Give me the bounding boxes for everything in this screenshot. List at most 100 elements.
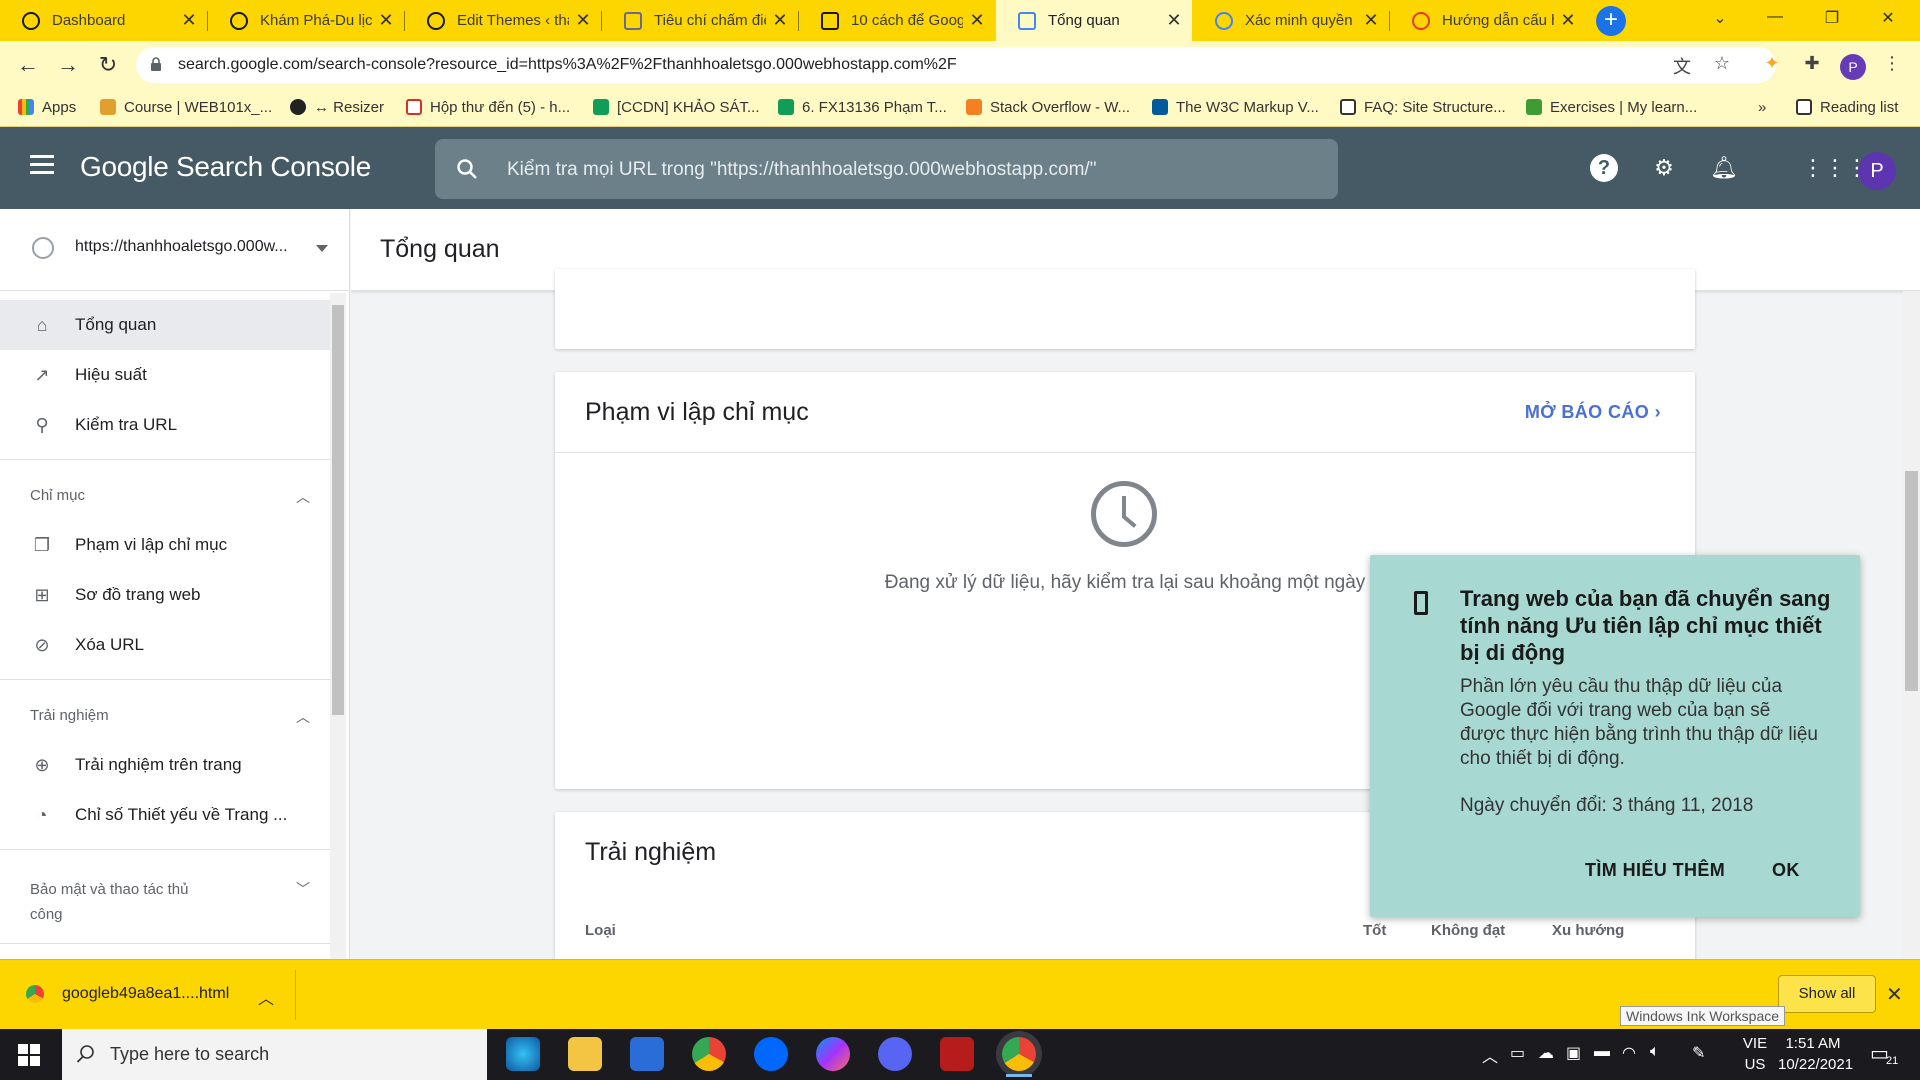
sidebar-item-sitemaps[interactable]: ⊞ Sơ đồ trang web xyxy=(0,570,330,620)
close-icon[interactable]: ✕ xyxy=(181,10,197,31)
taskbar-search-box[interactable]: Type here to search xyxy=(62,1029,487,1080)
chevron-up-icon[interactable]: ︿ xyxy=(1482,1043,1498,1067)
bookmark-w3c[interactable]: The W3C Markup V... xyxy=(1152,89,1319,125)
close-icon[interactable]: ✕ xyxy=(772,10,788,31)
account-avatar[interactable]: P xyxy=(1858,152,1896,190)
extension-icon[interactable]: ✦ xyxy=(1760,53,1784,77)
minimize-button[interactable]: — xyxy=(1755,8,1795,26)
edge-icon[interactable] xyxy=(506,1037,540,1071)
taskbar-clock[interactable]: 1:51 AM 10/22/2021 xyxy=(1778,1033,1853,1075)
close-icon[interactable]: ✕ xyxy=(1363,10,1379,31)
close-icon[interactable]: ✕ xyxy=(378,10,394,31)
bookmark-stackoverflow[interactable]: Stack Overflow - W... xyxy=(966,89,1130,125)
chevron-up-icon[interactable]: ︿ xyxy=(258,985,274,1009)
chrome-icon[interactable] xyxy=(692,1037,726,1071)
reading-list-button[interactable]: Reading list xyxy=(1796,89,1898,125)
section-label: Chỉ mục xyxy=(30,487,86,504)
bookmark-ccdn[interactable]: [CCDN] KHẢO SÁT... xyxy=(593,89,760,125)
tab-xac-minh[interactable]: Xác minh quyền s ✕ xyxy=(1193,0,1389,41)
address-bar[interactable]: search.google.com/search-console?resourc… xyxy=(136,47,1776,83)
tab-10-cach[interactable]: 10 cách để Googl ✕ xyxy=(799,0,995,41)
ok-button[interactable]: OK xyxy=(1772,860,1800,881)
kebab-menu-icon[interactable]: ⋮ xyxy=(1880,53,1904,77)
wifi-icon[interactable]: ◠ xyxy=(1622,1043,1636,1063)
hamburger-menu-icon[interactable] xyxy=(30,155,54,175)
bookmark-course[interactable]: Course | WEB101x_... xyxy=(100,89,272,125)
file-explorer-icon[interactable] xyxy=(568,1037,602,1071)
back-button[interactable]: ← xyxy=(12,49,44,81)
bookmark-apps[interactable]: Apps xyxy=(18,89,76,125)
tab-tieu-chi[interactable]: Tiêu chí chấm điể ✕ xyxy=(602,0,798,41)
close-icon[interactable]: ✕ xyxy=(1166,10,1182,31)
section-security-header[interactable]: Bảo mật và thao tác thủ công ﹀ xyxy=(30,877,310,927)
meet-icon[interactable]: ▣ xyxy=(1566,1043,1581,1063)
sidebar-item-overview[interactable]: ⌂ Tổng quan xyxy=(0,300,330,350)
bookmark-label: Apps xyxy=(42,98,77,116)
sidebar-item-core-web-vitals[interactable]: ◔ Chỉ số Thiết yếu về Trang ... xyxy=(0,790,330,840)
main-scrollbar[interactable] xyxy=(1903,291,1920,959)
bookmark-exercises[interactable]: Exercises | My learn... xyxy=(1526,89,1697,125)
forward-button[interactable]: → xyxy=(52,49,84,81)
new-tab-button[interactable]: + xyxy=(1596,6,1626,36)
notification-count: 21 xyxy=(1886,1055,1899,1067)
sidebar-item-coverage[interactable]: ❐ Phạm vi lập chỉ mục xyxy=(0,520,330,570)
vscode-like-app-icon[interactable] xyxy=(630,1037,664,1071)
onedrive-icon[interactable]: ☁ xyxy=(1538,1043,1554,1063)
pen-ink-icon[interactable]: ✎ xyxy=(1692,1043,1705,1063)
close-window-button[interactable]: ✕ xyxy=(1868,8,1908,28)
chrome-profile-icon[interactable] xyxy=(1002,1037,1036,1077)
sidebar-item-performance[interactable]: ↗ Hiệu suất xyxy=(0,350,330,400)
sidebar-item-url-inspection[interactable]: ⚲ Kiểm tra URL xyxy=(0,400,330,450)
tab-tong-quan[interactable]: Tổng quan ✕ xyxy=(996,0,1192,41)
settings-account-icon[interactable]: ⚙ xyxy=(1650,154,1678,182)
property-selector[interactable]: https://thanhhoaletsgo.000w... xyxy=(0,209,349,291)
windows-start-icon[interactable] xyxy=(18,1044,40,1066)
section-experience-header[interactable]: Trải nghiệm ︿ xyxy=(30,707,310,725)
tab-search-icon[interactable]: ⌄ xyxy=(1700,8,1740,28)
reload-button[interactable]: ↻ xyxy=(92,49,124,81)
close-icon[interactable]: ✕ xyxy=(1886,982,1903,1007)
notifications-bell-icon[interactable]: 🔔︎ xyxy=(1710,154,1738,182)
messenger-icon[interactable] xyxy=(816,1037,850,1071)
tab-dashboard[interactable]: Dashboard ✕ xyxy=(0,0,207,41)
clock-time: 1:51 AM xyxy=(1785,1035,1841,1052)
close-icon[interactable]: ✕ xyxy=(575,10,591,31)
tab-edit-themes[interactable]: Edit Themes ‹ tha ✕ xyxy=(405,0,601,41)
section-index-header[interactable]: Chỉ mục ︿ xyxy=(30,487,310,505)
apps-grid-icon[interactable]: ⋮⋮⋮ xyxy=(1802,154,1868,182)
download-item[interactable]: googleb49a8ea1....html xyxy=(26,985,229,1003)
input-language-indicator[interactable]: VIE US xyxy=(1735,1033,1775,1075)
bookmarks-overflow-button[interactable]: » xyxy=(1758,89,1766,125)
sidebar-scrollbar[interactable] xyxy=(330,293,346,959)
battery-icon[interactable]: ▬ xyxy=(1594,1043,1610,1061)
bookmark-fx13136[interactable]: 6. FX13136 Phạm T... xyxy=(778,89,947,125)
device-icon[interactable]: ▭ xyxy=(1510,1043,1525,1063)
url-inspection-search[interactable]: Kiểm tra mọi URL trong "https://thanhhoa… xyxy=(435,139,1338,199)
learn-more-button[interactable]: TÌM HIỂU THÊM xyxy=(1585,860,1725,881)
bookmark-resizer[interactable]: ↔ Resizer xyxy=(290,89,384,125)
show-all-button[interactable]: Show all xyxy=(1778,975,1876,1013)
browser-profile-avatar[interactable]: P xyxy=(1840,54,1866,80)
chevron-up-icon: ︿ xyxy=(296,489,310,505)
sidebar-item-page-experience[interactable]: ⊕ Trải nghiệm trên trang xyxy=(0,740,330,790)
open-report-link[interactable]: MỞ BÁO CÁO › xyxy=(1525,402,1661,423)
app-logo[interactable]: Google Search Console xyxy=(80,151,371,183)
volume-icon[interactable]: 🔈︎ xyxy=(1650,1043,1660,1061)
filezilla-icon[interactable] xyxy=(940,1037,974,1071)
discord-icon[interactable] xyxy=(878,1037,912,1071)
star-icon[interactable]: ☆ xyxy=(1710,53,1734,77)
translate-icon[interactable]: 文 xyxy=(1670,53,1694,77)
help-button[interactable]: ? xyxy=(1590,154,1618,182)
close-icon[interactable]: ✕ xyxy=(969,10,985,31)
tab-huong-dan[interactable]: Hướng dẫn cấu h ✕ xyxy=(1390,0,1586,41)
tab-kham-pha[interactable]: Khám Phá-Du lịch ✕ xyxy=(208,0,404,41)
sidebar-item-removals[interactable]: ⊘ Xóa URL xyxy=(0,620,330,670)
zalo-icon[interactable] xyxy=(754,1037,788,1071)
restore-button[interactable]: ❐ xyxy=(1812,8,1852,28)
bookmark-gmail[interactable]: Hộp thư đến (5) - h... xyxy=(406,89,570,125)
puzzle-icon[interactable]: ✚ xyxy=(1800,53,1824,77)
close-icon[interactable]: ✕ xyxy=(1560,10,1576,31)
chevron-up-icon: ︿ xyxy=(296,709,310,725)
bookmark-faq[interactable]: FAQ: Site Structure... xyxy=(1340,89,1506,125)
action-center-button[interactable]: ▭ 21 xyxy=(1870,1041,1904,1069)
